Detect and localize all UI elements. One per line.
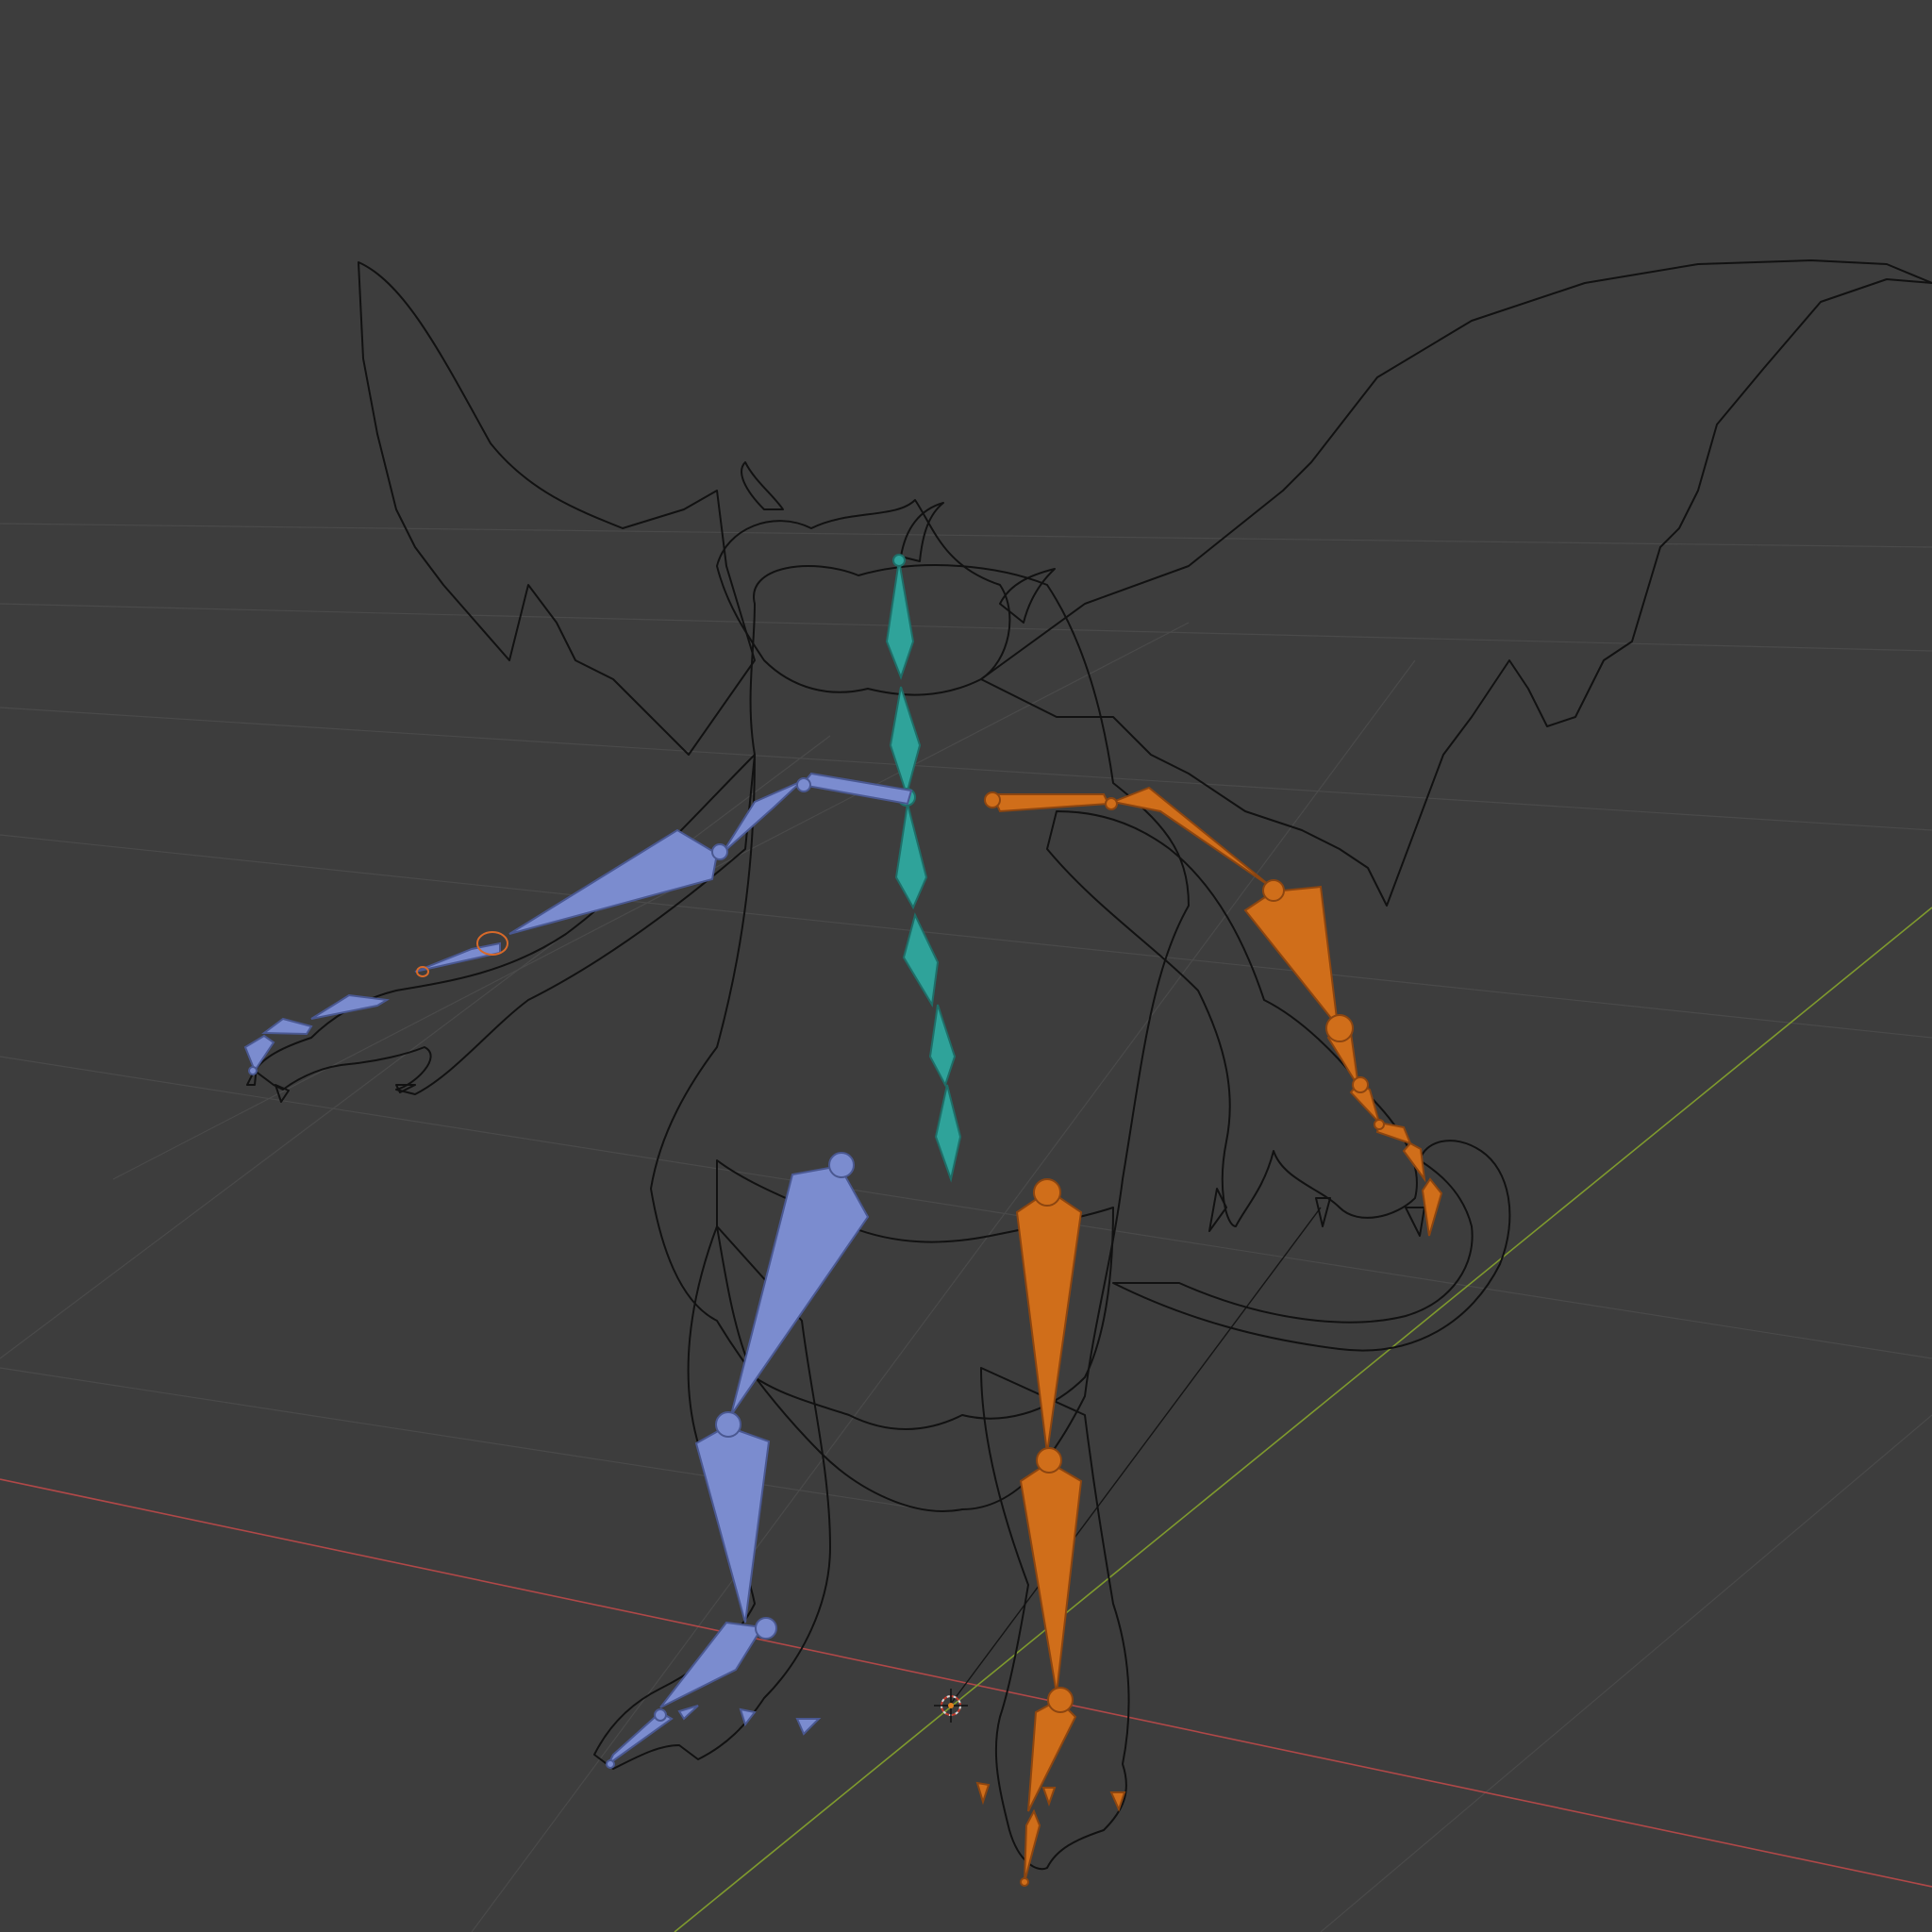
3d-cursor-icon[interactable] bbox=[934, 1689, 968, 1723]
bone-right-clavicle[interactable] bbox=[991, 793, 1110, 813]
bone-right-finger2[interactable] bbox=[1402, 1141, 1426, 1183]
floor-grid bbox=[0, 523, 1932, 1932]
bone-spine-upper[interactable] bbox=[902, 912, 940, 1008]
bone-right-shin[interactable] bbox=[1019, 1460, 1083, 1694]
bone-right-toe[interactable] bbox=[1024, 1808, 1041, 1883]
bone-left-forearm[interactable] bbox=[414, 941, 501, 973]
bone-left-clavicle[interactable] bbox=[800, 772, 913, 806]
bone-head-tip[interactable] bbox=[885, 559, 915, 680]
bone-left-upperarm[interactable] bbox=[508, 828, 719, 935]
horn-left bbox=[741, 461, 784, 510]
bone-right-finger3[interactable] bbox=[1421, 1177, 1443, 1237]
left-limb-bones[interactable] bbox=[243, 772, 913, 1769]
right-wing bbox=[980, 259, 1932, 907]
bone-left-shoulder[interactable] bbox=[722, 780, 803, 854]
left-arm bbox=[254, 754, 756, 1095]
bone-neck[interactable] bbox=[889, 686, 922, 798]
bone-left-foot[interactable] bbox=[659, 1621, 764, 1708]
bone-left-thigh[interactable] bbox=[730, 1164, 870, 1416]
bone-left-toe2[interactable] bbox=[677, 1705, 699, 1721]
bone-spine-mid[interactable] bbox=[928, 1004, 957, 1088]
bone-right-upperarm[interactable] bbox=[1243, 885, 1340, 1030]
bone-left-finger1[interactable] bbox=[261, 1017, 313, 1036]
left-wing bbox=[358, 261, 756, 756]
right-limb-bones[interactable] bbox=[975, 786, 1443, 1887]
bone-left-hand[interactable] bbox=[310, 993, 390, 1020]
bone-right-toe2[interactable] bbox=[975, 1781, 991, 1806]
tail bbox=[1112, 1140, 1511, 1352]
bone-spine-lower[interactable] bbox=[934, 1084, 962, 1183]
bone-right-toe3[interactable] bbox=[1041, 1787, 1057, 1807]
bone-right-toe4[interactable] bbox=[1109, 1791, 1126, 1812]
spine-bones[interactable] bbox=[885, 554, 962, 1183]
bone-left-toe3[interactable] bbox=[739, 1707, 757, 1727]
bone-right-shoulder[interactable] bbox=[1109, 786, 1274, 890]
head bbox=[716, 499, 1011, 696]
right-arm bbox=[1046, 810, 1418, 1227]
bone-chest[interactable] bbox=[894, 803, 928, 910]
viewport-canvas bbox=[0, 259, 1932, 1932]
armature[interactable] bbox=[243, 554, 1443, 1887]
horn-right bbox=[999, 568, 1056, 624]
mesh-wireframe[interactable] bbox=[246, 259, 1932, 1871]
bone-left-shin[interactable] bbox=[694, 1424, 771, 1624]
y-axis-line bbox=[674, 907, 1932, 1932]
torso bbox=[650, 564, 1190, 1512]
3d-viewport[interactable] bbox=[0, 0, 1932, 1932]
bone-left-toe4[interactable] bbox=[795, 1718, 822, 1736]
